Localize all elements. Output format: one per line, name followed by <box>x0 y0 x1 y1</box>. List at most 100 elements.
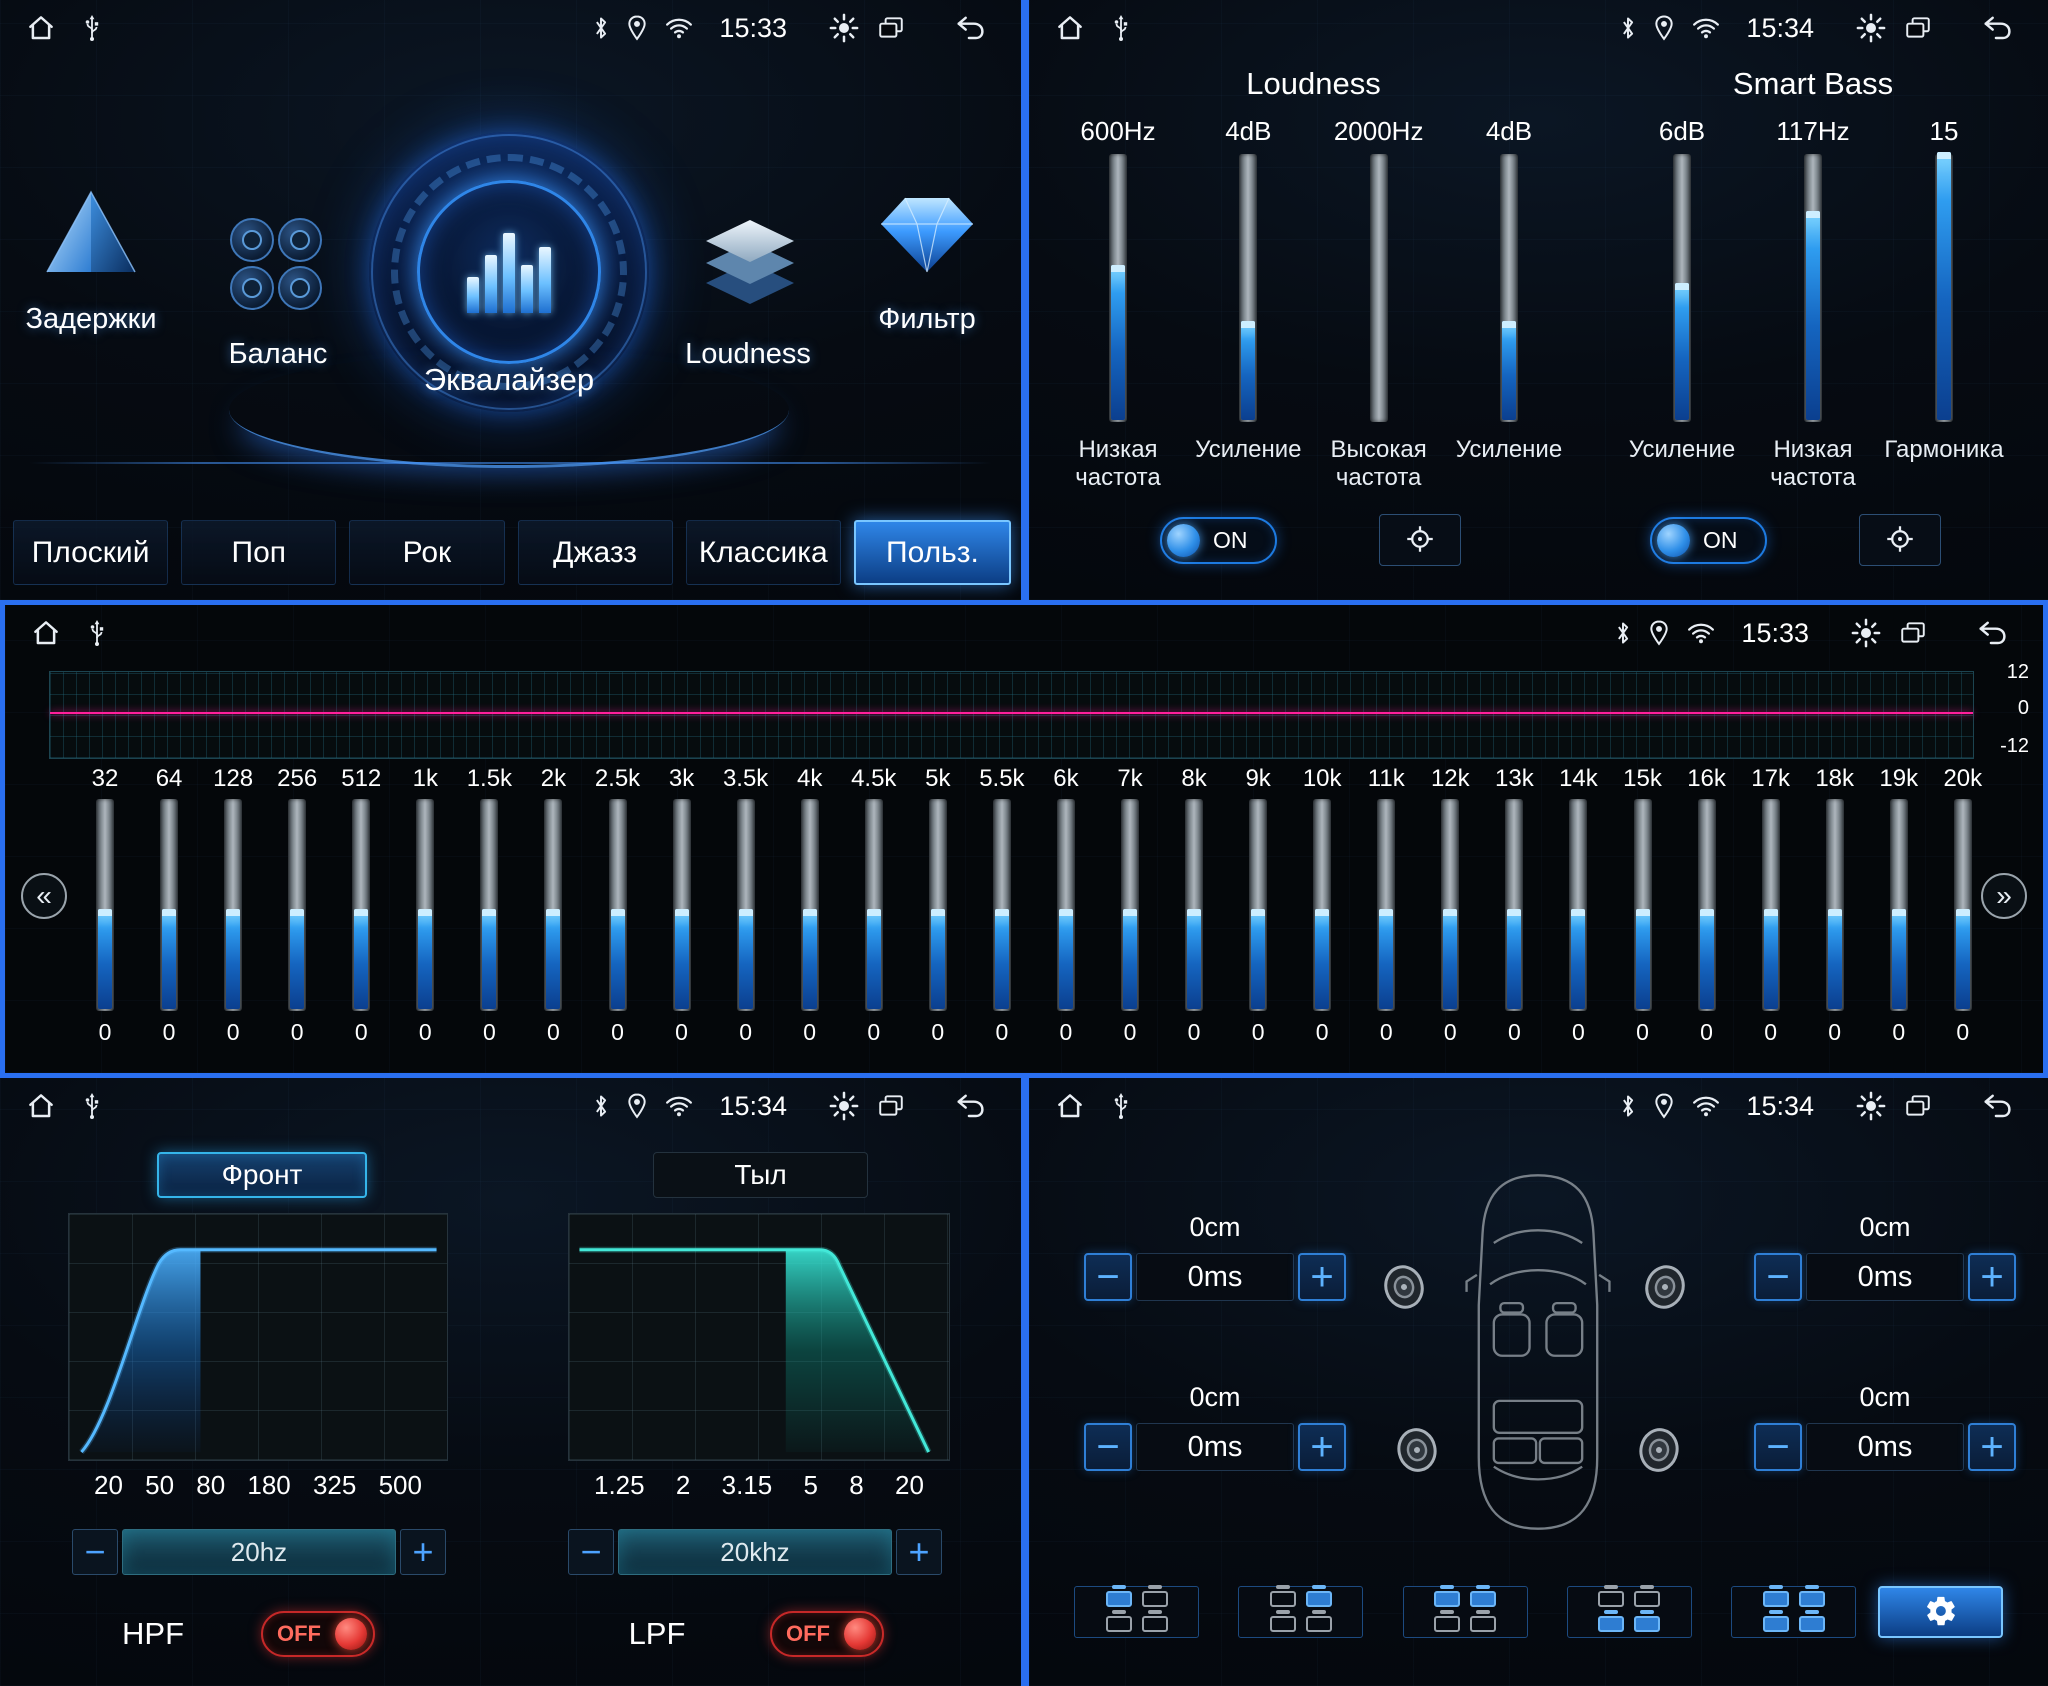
delay-settings-button[interactable] <box>1878 1586 2003 1638</box>
home-icon[interactable] <box>26 13 56 43</box>
band-slider[interactable] <box>1954 799 1972 1011</box>
vertical-slider[interactable] <box>1673 154 1691 422</box>
listening-position-button[interactable] <box>1238 1586 1363 1638</box>
recent-apps-icon[interactable] <box>1904 15 1932 41</box>
back-icon[interactable] <box>953 1092 987 1120</box>
home-icon[interactable] <box>31 618 61 648</box>
band-slider[interactable] <box>1634 799 1652 1011</box>
brightness-icon[interactable] <box>829 13 859 43</box>
band-value: 0 <box>1892 1019 1905 1046</box>
preset-button[interactable]: Плоский <box>13 520 168 585</box>
home-icon[interactable] <box>1055 1091 1085 1121</box>
band-slider[interactable] <box>993 799 1011 1011</box>
menu-item-balance[interactable] <box>230 218 326 314</box>
band-slider[interactable] <box>1890 799 1908 1011</box>
recent-apps-icon[interactable] <box>877 1093 905 1119</box>
vertical-slider[interactable] <box>1804 154 1822 422</box>
front-right-minus-button[interactable]: − <box>1754 1253 1802 1301</box>
rear-right-minus-button[interactable]: − <box>1754 1423 1802 1471</box>
band-slider[interactable] <box>480 799 498 1011</box>
band-slider[interactable] <box>1505 799 1523 1011</box>
listening-position-button[interactable] <box>1074 1586 1199 1638</box>
vertical-slider[interactable] <box>1500 154 1518 422</box>
front-left-plus-button[interactable]: + <box>1298 1253 1346 1301</box>
slider-value: 2000Hz <box>1334 116 1424 152</box>
recent-apps-icon[interactable] <box>1899 620 1927 646</box>
brightness-icon[interactable] <box>1856 1091 1886 1121</box>
band-slider[interactable] <box>1569 799 1587 1011</box>
recent-apps-icon[interactable] <box>877 15 905 41</box>
band-slider[interactable] <box>673 799 691 1011</box>
lpf-frequency-bar[interactable]: 20khz <box>618 1529 892 1575</box>
lpf-minus-button[interactable]: − <box>568 1529 614 1575</box>
back-icon[interactable] <box>1980 14 2014 42</box>
preset-button[interactable]: Джазз <box>518 520 673 585</box>
hpf-minus-button[interactable]: − <box>72 1529 118 1575</box>
hpf-off-toggle[interactable]: OFF <box>261 1611 375 1657</box>
band-slider[interactable] <box>801 799 819 1011</box>
band-slider[interactable] <box>737 799 755 1011</box>
loudness-on-toggle[interactable]: ON <box>1160 517 1277 564</box>
band-slider[interactable] <box>1377 799 1395 1011</box>
loudness-target-button[interactable] <box>1379 514 1461 566</box>
home-icon[interactable] <box>26 1091 56 1121</box>
vertical-slider[interactable] <box>1370 154 1388 422</box>
smartbass-target-button[interactable] <box>1859 514 1941 566</box>
front-left-minus-button[interactable]: − <box>1084 1253 1132 1301</box>
listening-position-button[interactable] <box>1567 1586 1692 1638</box>
hpf-frequency-bar[interactable]: 20hz <box>122 1529 396 1575</box>
band-slider[interactable] <box>1698 799 1716 1011</box>
band-slider[interactable] <box>1185 799 1203 1011</box>
band-slider[interactable] <box>1249 799 1267 1011</box>
vertical-slider[interactable] <box>1935 154 1953 422</box>
back-icon[interactable] <box>953 14 987 42</box>
brightness-icon[interactable] <box>829 1091 859 1121</box>
home-icon[interactable] <box>1055 13 1085 43</box>
menu-item-delays[interactable] <box>41 186 141 281</box>
band-slider[interactable] <box>929 799 947 1011</box>
hpf-plus-button[interactable]: + <box>400 1529 446 1575</box>
recent-apps-icon[interactable] <box>1904 1093 1932 1119</box>
band-slider[interactable] <box>160 799 178 1011</box>
rear-left-plus-button[interactable]: + <box>1298 1423 1346 1471</box>
menu-item-loudness[interactable] <box>698 216 802 316</box>
menu-item-filter[interactable] <box>875 186 979 278</box>
band-slider[interactable] <box>288 799 306 1011</box>
preset-button[interactable]: Поп <box>181 520 336 585</box>
toggle-label: ON <box>1213 527 1248 554</box>
band-slider[interactable] <box>352 799 370 1011</box>
listening-position-button[interactable] <box>1403 1586 1528 1638</box>
lpf-plus-button[interactable]: + <box>896 1529 942 1575</box>
lpf-off-toggle[interactable]: OFF <box>770 1611 884 1657</box>
listening-position-button[interactable] <box>1731 1586 1856 1638</box>
preset-button[interactable]: Польз. <box>854 520 1011 585</box>
rear-left-minus-button[interactable]: − <box>1084 1423 1132 1471</box>
next-page-button[interactable]: » <box>1981 873 2027 919</box>
band-slider[interactable] <box>1762 799 1780 1011</box>
tab-rear[interactable]: Тыл <box>653 1152 868 1198</box>
brightness-icon[interactable] <box>1856 13 1886 43</box>
vertical-slider[interactable] <box>1239 154 1257 422</box>
vertical-slider[interactable] <box>1109 154 1127 422</box>
band-slider[interactable] <box>865 799 883 1011</box>
prev-page-button[interactable]: « <box>21 873 67 919</box>
band-slider[interactable] <box>1826 799 1844 1011</box>
band-slider[interactable] <box>544 799 562 1011</box>
band-slider[interactable] <box>609 799 627 1011</box>
back-icon[interactable] <box>1980 1092 2014 1120</box>
brightness-icon[interactable] <box>1851 618 1881 648</box>
preset-button[interactable]: Классика <box>686 520 841 585</box>
band-slider[interactable] <box>224 799 242 1011</box>
preset-button[interactable]: Рок <box>349 520 504 585</box>
band-slider[interactable] <box>96 799 114 1011</box>
band-slider[interactable] <box>1121 799 1139 1011</box>
front-right-plus-button[interactable]: + <box>1968 1253 2016 1301</box>
band-slider[interactable] <box>1313 799 1331 1011</box>
band-slider[interactable] <box>1057 799 1075 1011</box>
band-slider[interactable] <box>1441 799 1459 1011</box>
tab-front[interactable]: Фронт <box>157 1152 367 1198</box>
smartbass-on-toggle[interactable]: ON <box>1650 517 1767 564</box>
back-icon[interactable] <box>1975 619 2009 647</box>
rear-right-plus-button[interactable]: + <box>1968 1423 2016 1471</box>
band-slider[interactable] <box>416 799 434 1011</box>
